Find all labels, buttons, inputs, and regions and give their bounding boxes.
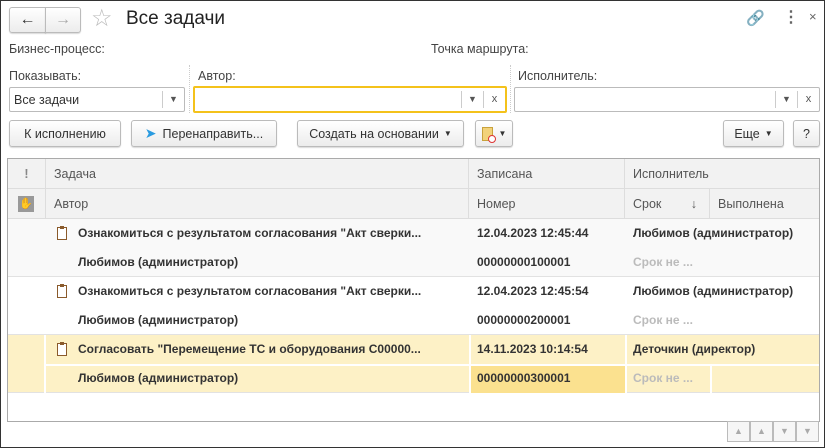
- header-task[interactable]: Задача: [46, 159, 469, 189]
- business-process-label: Бизнес-процесс:: [9, 42, 105, 56]
- sort-desc-icon: ↓: [690, 197, 697, 211]
- star-icon[interactable]: ☆: [91, 4, 113, 33]
- create-based-button[interactable]: Создать на основании ▼: [297, 120, 464, 147]
- execute-label: К исполнению: [24, 126, 106, 141]
- help-label: ?: [803, 126, 810, 141]
- executor-cell: Любимов (администратор): [633, 226, 794, 240]
- report-menu-button[interactable]: ▼: [475, 120, 513, 147]
- show-label: Показывать:: [9, 69, 82, 83]
- author-label: Автор:: [198, 69, 236, 83]
- hand-icon: ✋: [18, 196, 34, 212]
- scroll-up-button[interactable]: ▲: [750, 421, 773, 442]
- author-input[interactable]: ▼ x: [193, 86, 507, 113]
- link-icon[interactable]: 🔗: [746, 9, 765, 27]
- recorded-cell: 12.04.2023 12:45:44: [477, 226, 589, 240]
- importance-header: !: [8, 159, 46, 189]
- author-cell: Любимов (администратор): [78, 255, 239, 269]
- executor-label: Исполнитель:: [518, 69, 598, 83]
- execute-button[interactable]: К исполнению: [9, 120, 121, 147]
- header-recorded[interactable]: Записана: [469, 159, 625, 189]
- table-row[interactable]: Ознакомиться с результатом согласования …: [8, 219, 819, 277]
- chevron-down-icon[interactable]: ▼: [162, 91, 184, 108]
- scroll-last-button[interactable]: ▼: [796, 421, 819, 442]
- arrow-right-icon: →: [55, 11, 71, 28]
- chevron-down-icon[interactable]: ▼: [461, 91, 483, 108]
- tasks-table[interactable]: ! Задача Записана Исполнитель ✋ Автор Но…: [7, 158, 820, 422]
- number-cell: 00000000100001: [477, 255, 571, 269]
- page-title: Все задачи: [126, 8, 226, 29]
- header-completed[interactable]: Выполнена: [710, 189, 819, 219]
- redirect-button[interactable]: ➤ Перенаправить...: [131, 120, 277, 147]
- hand-icon-header: ✋: [8, 189, 46, 219]
- divider: [510, 65, 511, 113]
- chevron-down-icon: ▼: [443, 129, 452, 138]
- more-label: Еще: [734, 126, 760, 141]
- deadline-cell: Срок не ...: [633, 255, 693, 269]
- executor-input[interactable]: ▼ x: [514, 87, 820, 112]
- scroll-down-button[interactable]: ▼: [773, 421, 796, 442]
- scroll-first-button[interactable]: ▲: [727, 421, 750, 442]
- forward-button[interactable]: →: [45, 7, 81, 33]
- redirect-arrow-icon: ➤: [144, 125, 157, 141]
- recorded-cell: 14.11.2023 10:14:54: [477, 342, 588, 356]
- header-number[interactable]: Номер: [469, 189, 625, 219]
- clear-icon[interactable]: x: [797, 91, 819, 108]
- number-cell: 00000000200001: [477, 313, 571, 327]
- close-icon[interactable]: ×: [809, 9, 817, 24]
- task-cell: Согласовать "Перемещение ТС и оборудован…: [78, 342, 421, 356]
- back-button[interactable]: ←: [9, 7, 46, 33]
- more-button[interactable]: Еще ▼: [723, 120, 784, 147]
- task-icon: [57, 284, 67, 298]
- chevron-down-icon: ▼: [498, 129, 507, 138]
- header-deadline[interactable]: Срок ↓: [625, 189, 710, 219]
- executor-cell: Деточкин (директор): [633, 342, 756, 356]
- author-cell: Любимов (администратор): [78, 313, 239, 327]
- show-value: Все задачи: [14, 93, 80, 107]
- header-author[interactable]: Автор: [46, 189, 469, 219]
- task-cell: Ознакомиться с результатом согласования …: [78, 284, 422, 298]
- task-icon: [57, 226, 67, 240]
- create-based-label: Создать на основании: [309, 126, 439, 141]
- deadline-label: Срок: [633, 197, 662, 211]
- more-icon[interactable]: ⋮: [783, 7, 799, 27]
- arrow-left-icon: ←: [19, 11, 36, 28]
- chevron-down-icon: ▼: [764, 129, 773, 138]
- number-cell: 00000000300001: [477, 371, 571, 385]
- divider: [189, 65, 190, 113]
- task-cell: Ознакомиться с результатом согласования …: [78, 226, 422, 240]
- clear-icon[interactable]: x: [483, 91, 505, 108]
- table-row[interactable]: Ознакомиться с результатом согласования …: [8, 277, 819, 335]
- redirect-label: Перенаправить...: [162, 126, 264, 141]
- document-clock-icon: [481, 126, 496, 143]
- deadline-cell: Срок не ...: [633, 313, 693, 327]
- table-row[interactable]: Согласовать "Перемещение ТС и оборудован…: [8, 335, 819, 393]
- chevron-down-icon[interactable]: ▼: [775, 91, 797, 108]
- author-cell: Любимов (администратор): [78, 371, 239, 385]
- window: ← → ☆ Все задачи 🔗 ⋮ × Бизнес-процесс: Т…: [0, 0, 825, 448]
- help-button[interactable]: ?: [793, 120, 820, 147]
- deadline-cell: Срок не ...: [633, 371, 693, 385]
- show-select[interactable]: Все задачи ▼: [9, 87, 185, 112]
- header-executor[interactable]: Исполнитель: [625, 159, 819, 189]
- recorded-cell: 12.04.2023 12:45:54: [477, 284, 589, 298]
- route-point-label: Точка маршрута:: [431, 42, 529, 56]
- task-icon: [57, 342, 67, 356]
- executor-cell: Любимов (администратор): [633, 284, 794, 298]
